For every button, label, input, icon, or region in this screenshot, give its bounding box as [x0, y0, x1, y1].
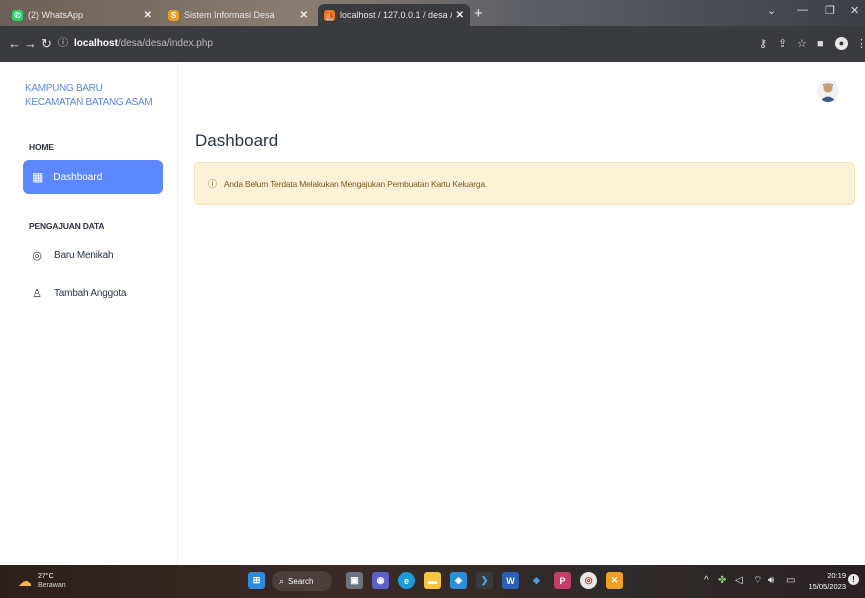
photoshop-like-icon[interactable]: P: [554, 572, 571, 589]
sidebar-item-label: Baru Menikah: [54, 250, 114, 261]
profile-icon[interactable]: ●: [835, 37, 848, 50]
sidebar-item-label: Dashboard: [53, 171, 103, 183]
chrome-icon[interactable]: ◎: [580, 572, 597, 589]
avatar[interactable]: [817, 80, 839, 102]
restore-icon[interactable]: ❐: [825, 4, 835, 17]
notification-icon[interactable]: !: [848, 574, 859, 585]
vscode-like-icon[interactable]: ❯: [476, 572, 493, 589]
brand-line2: KECAMATAN BATANG ASAM: [25, 97, 153, 108]
close-icon[interactable]: ✕: [144, 10, 152, 21]
tab-phpmyadmin[interactable]: ⛵ localhost / 127.0.0.1 / desa / data ✕: [318, 4, 470, 26]
alert-message: ⓘ Anda Belum Terdata Melakukan Mengajuka…: [194, 162, 855, 205]
brand[interactable]: KAMPUNG BARU KECAMATAN BATANG ASAM: [25, 82, 153, 110]
user-plus-icon: ♙: [32, 288, 42, 300]
weather-cloud-icon: ☁: [18, 572, 32, 589]
menu-icon[interactable]: ⋮: [856, 36, 865, 52]
dashboard-icon: ▦: [32, 170, 44, 184]
tab-label: (2) WhatsApp: [28, 10, 84, 20]
section-pengajuan-data: PENGAJUAN DATA: [29, 221, 105, 231]
reload-icon[interactable]: ↻: [41, 36, 52, 52]
alert-text: Anda Belum Terdata Melakukan Mengajukan …: [223, 178, 488, 189]
brand-line1: KAMPUNG BARU: [25, 83, 103, 94]
close-icon[interactable]: ✕: [300, 10, 308, 21]
address-bar: ← → ↻ ⓘ localhost/desa/desa/index.php ⚷ …: [0, 26, 865, 62]
battery-icon[interactable]: ▭: [786, 574, 795, 588]
sidebar-item-baru-menikah[interactable]: ◎ Baru Menikah: [30, 249, 113, 262]
star-icon[interactable]: ☆: [797, 36, 807, 52]
page-title: Dashboard: [195, 131, 279, 150]
date: 15/05/2023: [808, 582, 846, 591]
teams-icon[interactable]: ◉: [372, 572, 389, 589]
sidebar: KAMPUNG BARU KECAMATAN BATANG ASAM HOME …: [0, 62, 178, 565]
word-icon[interactable]: W: [502, 572, 519, 589]
colorful-app-icon[interactable]: ✤: [718, 574, 726, 588]
app-icon[interactable]: ◈: [528, 572, 545, 589]
time: 20:19: [827, 571, 846, 580]
search-icon: ⌕: [279, 575, 285, 586]
whatsapp-icon: ✆: [12, 9, 23, 21]
chevron-up-icon[interactable]: ^: [704, 574, 709, 588]
sidepanel-icon[interactable]: ■: [817, 36, 824, 52]
windows-start-icon[interactable]: ⊞: [248, 572, 265, 589]
browser-tab-strip: ✆ (2) WhatsApp ✕ S Sistem Informasi Desa…: [0, 0, 865, 26]
user-avatar-icon: [820, 83, 836, 102]
sidebar-item-tambah-anggota[interactable]: ♙ Tambah Anggota: [30, 287, 126, 300]
share-icon[interactable]: ⇪: [778, 36, 787, 52]
edge-icon[interactable]: e: [398, 572, 415, 589]
close-icon[interactable]: ✕: [456, 10, 464, 21]
taskbar: ☁ 27°C Berawan ⊞ ⌕ Search ▣ ◉ e ▬ ◆ ❯ W …: [0, 565, 865, 598]
url-field[interactable]: ⓘ localhost/desa/desa/index.php: [58, 34, 734, 54]
send-icon[interactable]: ◁: [735, 574, 743, 588]
forward-icon[interactable]: →: [24, 36, 37, 52]
back-icon[interactable]: ←: [8, 36, 21, 52]
url-host: localhost: [74, 38, 118, 49]
tab-label: localhost / 127.0.0.1 / desa / data: [340, 10, 452, 20]
task-view-icon[interactable]: ▣: [346, 572, 363, 589]
main-content: Dashboard ⓘ Anda Belum Terdata Melakukan…: [178, 62, 865, 565]
wifi-icon[interactable]: ⌔: [753, 574, 762, 588]
url-path: /desa/desa/index.php: [117, 38, 213, 49]
temperature: 27°C: [38, 573, 54, 580]
volume-icon[interactable]: 🔊︎: [768, 574, 774, 588]
info-icon: ⓘ: [208, 179, 217, 189]
sidebar-item-dashboard[interactable]: ▦ Dashboard: [23, 160, 163, 194]
section-home: HOME: [29, 142, 54, 152]
xampp-icon[interactable]: ✕: [606, 572, 623, 589]
search-label: Search: [288, 576, 314, 586]
store-icon[interactable]: ◆: [450, 572, 467, 589]
tab-sistem-informasi-desa[interactable]: S Sistem Informasi Desa ✕: [162, 4, 314, 26]
chevron-down-icon[interactable]: ⌄: [767, 4, 776, 17]
minimize-icon[interactable]: —: [797, 4, 808, 16]
weather-widget[interactable]: ☁ 27°C Berawan: [18, 572, 66, 590]
window-close-icon[interactable]: ✕: [850, 4, 859, 17]
file-explorer-icon[interactable]: ▬: [424, 572, 441, 589]
new-tab-button[interactable]: +: [474, 4, 483, 24]
app-logo-icon: S: [168, 9, 179, 21]
tab-label: Sistem Informasi Desa: [184, 10, 275, 20]
page: KAMPUNG BARU KECAMATAN BATANG ASAM HOME …: [0, 62, 865, 565]
clock[interactable]: 20:19 15/05/2023: [800, 570, 846, 592]
info-icon[interactable]: ⓘ: [58, 34, 68, 54]
user-circle-icon: ◎: [32, 250, 42, 262]
sidebar-item-label: Tambah Anggota: [54, 288, 127, 299]
weather-text: Berawan: [38, 582, 66, 589]
tab-whatsapp[interactable]: ✆ (2) WhatsApp ✕: [6, 4, 158, 26]
taskbar-search[interactable]: ⌕ Search: [272, 571, 332, 591]
key-icon[interactable]: ⚷: [759, 36, 767, 52]
phpmyadmin-icon: ⛵: [324, 9, 335, 21]
